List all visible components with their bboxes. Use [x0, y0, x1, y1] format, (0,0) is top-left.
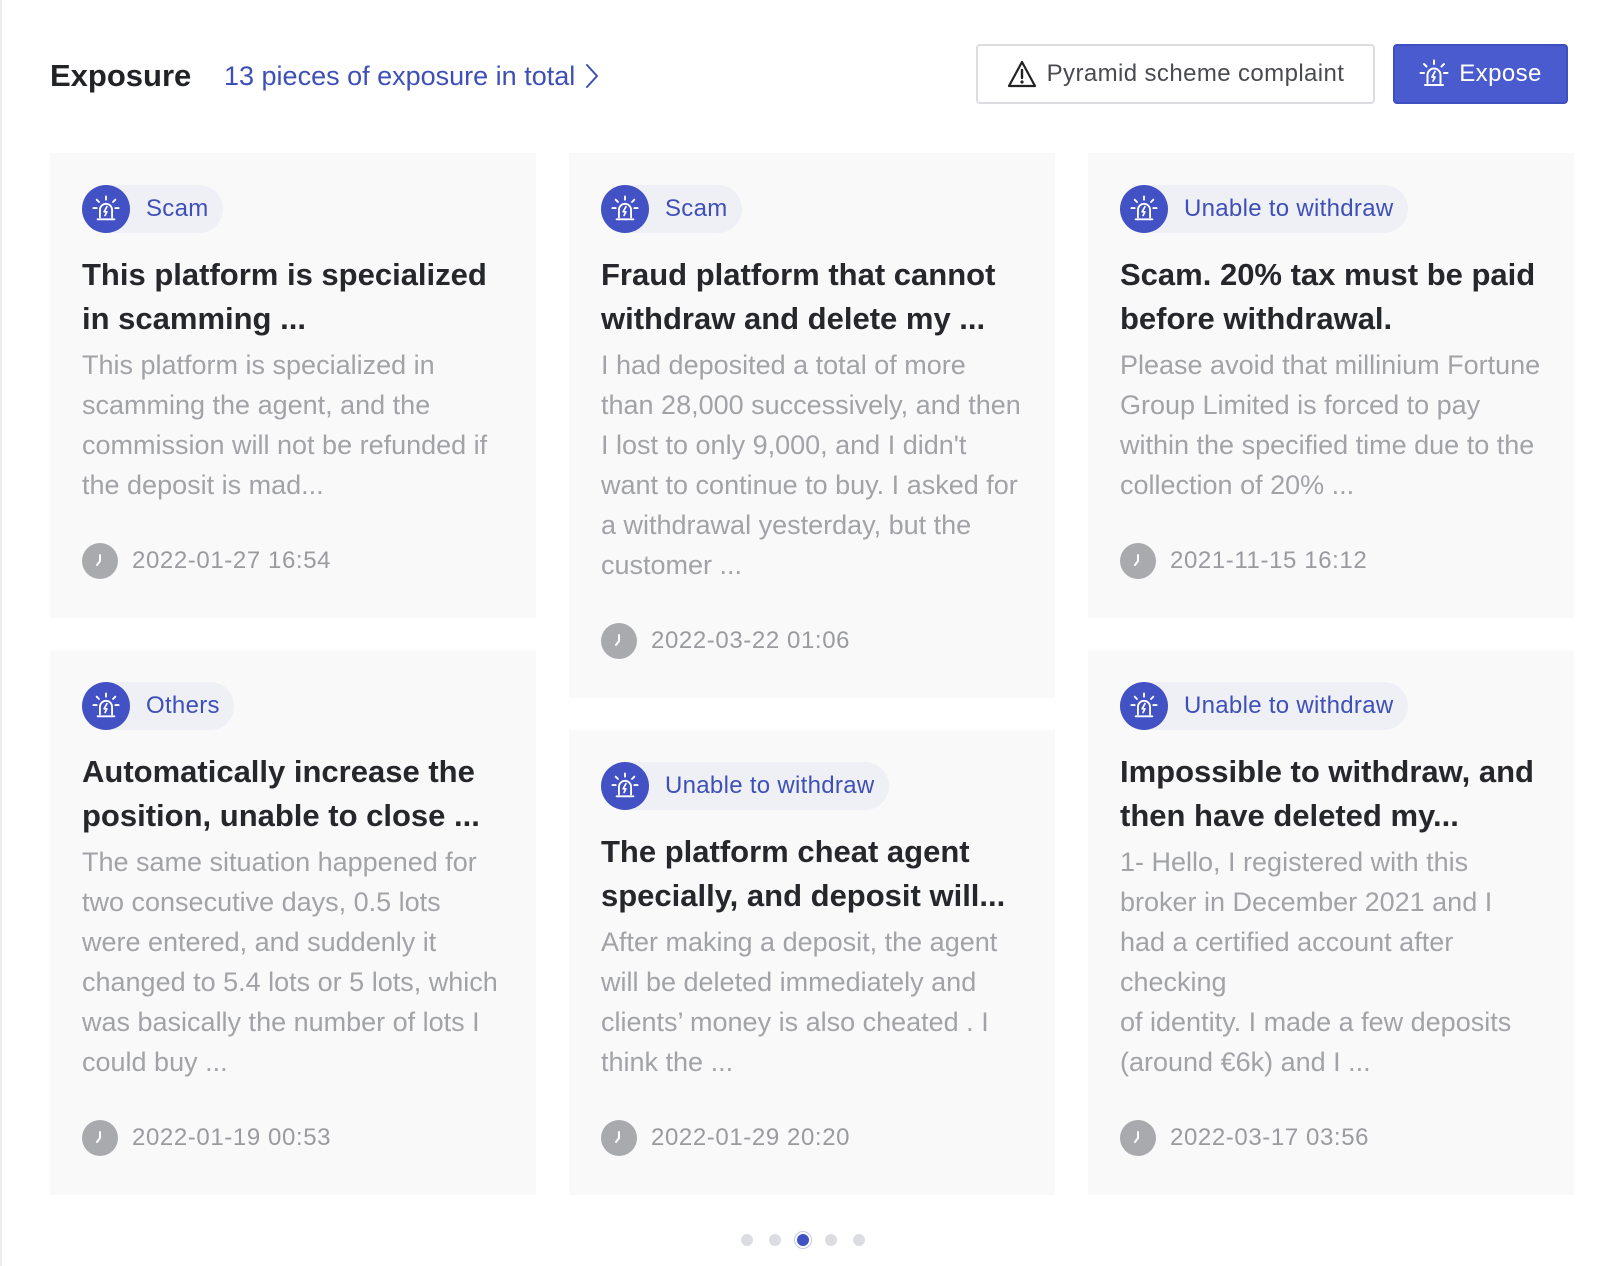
- category-label: Others: [146, 692, 220, 719]
- chevron-right-icon: [586, 64, 599, 88]
- card-meta: 2022-01-19 00:53: [82, 1118, 504, 1158]
- pyramid-complaint-label: Pyramid scheme complaint: [1046, 60, 1345, 87]
- clock-icon: [1120, 1120, 1156, 1156]
- card-title: The platform cheat agent specially, and …: [601, 834, 1006, 913]
- clock-icon: [82, 1120, 118, 1156]
- clock-icon: [601, 623, 637, 659]
- category-label: Scam: [146, 195, 209, 222]
- card-meta: 2022-01-27 16:54: [82, 541, 504, 581]
- card-date: 2022-03-17 03:56: [1170, 1124, 1370, 1151]
- exposure-card[interactable]: Scam This platform is specialized in sca…: [50, 153, 536, 618]
- total-exposure-link[interactable]: 13 pieces of exposure in total: [224, 56, 599, 96]
- left-edge-divider: [0, 0, 2, 1266]
- card-meta: 2022-03-22 01:06: [601, 621, 1023, 661]
- pyramid-complaint-button[interactable]: Pyramid scheme complaint: [976, 44, 1375, 104]
- expose-button[interactable]: Expose: [1393, 44, 1568, 104]
- card-excerpt: The same situation happened for two cons…: [82, 847, 498, 1077]
- card-title: This platform is specialized in scamming…: [82, 257, 487, 336]
- exposure-card[interactable]: Others Automatically increase the positi…: [50, 650, 536, 1195]
- pagination-dot[interactable]: [853, 1234, 865, 1246]
- card-meta: 2022-01-29 20:20: [601, 1118, 1023, 1158]
- card-title: Impossible to withdraw, and then have de…: [1120, 754, 1534, 833]
- expose-label: Expose: [1459, 60, 1542, 87]
- category-tag: Others: [82, 682, 234, 730]
- category-label: Unable to withdraw: [1184, 692, 1394, 719]
- category-label: Unable to withdraw: [665, 772, 875, 799]
- alarm-light-icon: [601, 185, 649, 233]
- category-tag: Unable to withdraw: [1120, 185, 1408, 233]
- category-tag: Scam: [601, 185, 742, 233]
- category-tag: Unable to withdraw: [601, 762, 889, 810]
- alarm-light-icon: [1419, 59, 1449, 86]
- category-label: Unable to withdraw: [1184, 195, 1394, 222]
- total-exposure-label: 13 pieces of exposure in total: [224, 61, 576, 91]
- alarm-light-icon: [1120, 682, 1168, 730]
- card-excerpt: After making a deposit, the agent will b…: [601, 927, 998, 1077]
- clock-icon: [1120, 543, 1156, 579]
- exposure-card[interactable]: Scam Fraud platform that cannot withdraw…: [569, 153, 1055, 698]
- card-date: 2021-11-15 16:12: [1170, 547, 1368, 574]
- warning-icon: [1007, 60, 1036, 88]
- category-tag: Unable to withdraw: [1120, 682, 1408, 730]
- pagination-dot[interactable]: [797, 1234, 809, 1246]
- card-date: 2022-03-22 01:06: [651, 627, 851, 654]
- card-excerpt: Please avoid that millinium Fortune Grou…: [1120, 350, 1541, 500]
- card-date: 2022-01-29 20:20: [651, 1124, 851, 1151]
- clock-icon: [82, 543, 118, 579]
- exposure-card[interactable]: Unable to withdraw Impossible to withdra…: [1088, 650, 1574, 1195]
- card-title: Scam. 20% tax must be paid before withdr…: [1120, 257, 1536, 336]
- alarm-light-icon: [1120, 185, 1168, 233]
- exposure-card[interactable]: Unable to withdraw Scam. 20% tax must be…: [1088, 153, 1574, 618]
- card-meta: 2021-11-15 16:12: [1120, 541, 1542, 581]
- category-label: Scam: [665, 195, 728, 222]
- alarm-light-icon: [82, 682, 130, 730]
- card-title: Fraud platform that cannot withdraw and …: [601, 257, 996, 336]
- card-excerpt: 1- Hello, I registered with this broker …: [1120, 847, 1512, 1077]
- category-tag: Scam: [82, 185, 223, 233]
- card-excerpt: This platform is specialized in scamming…: [82, 350, 488, 500]
- pagination-dots: [0, 1234, 1606, 1246]
- page-title: Exposure: [50, 58, 192, 93]
- card-meta: 2022-03-17 03:56: [1120, 1118, 1542, 1158]
- alarm-light-icon: [82, 185, 130, 233]
- pagination-dot[interactable]: [741, 1234, 753, 1246]
- card-title: Automatically increase the position, una…: [82, 754, 480, 833]
- card-excerpt: I had deposited a total of more than 28,…: [601, 350, 1021, 580]
- alarm-light-icon: [601, 762, 649, 810]
- card-date: 2022-01-19 00:53: [132, 1124, 332, 1151]
- clock-icon: [601, 1120, 637, 1156]
- exposure-card[interactable]: Unable to withdraw The platform cheat ag…: [569, 730, 1055, 1195]
- pagination-dot[interactable]: [825, 1234, 837, 1246]
- card-date: 2022-01-27 16:54: [132, 547, 332, 574]
- pagination-dot[interactable]: [769, 1234, 781, 1246]
